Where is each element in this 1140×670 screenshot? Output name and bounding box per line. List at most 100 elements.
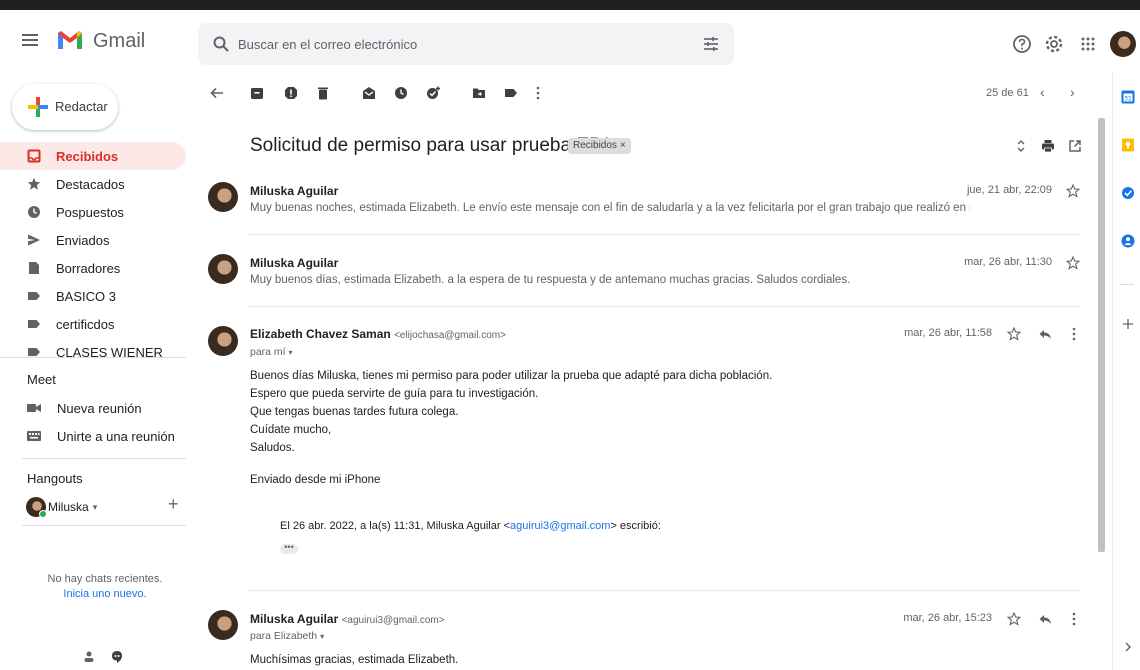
search-options-icon[interactable] [702,35,720,53]
new-meeting-label: Nueva reunión [57,400,142,416]
tasks-icon[interactable] [1121,186,1135,200]
pagination-count: 25 de 61 [986,87,1029,99]
sidebar-item-sent[interactable]: Enviados [0,226,186,254]
delete-trash-icon[interactable] [316,86,330,100]
compose-button[interactable]: Redactar [12,84,118,130]
inbox-label-chip[interactable]: Recibidos × [568,138,631,154]
message-collapsed[interactable]: Miluska Aguilar Muy buenas noches, estim… [198,172,1098,232]
new-meeting-button[interactable]: Nueva reunión [27,394,142,422]
calendar-icon[interactable]: 31 [1121,90,1135,104]
sidebar-item-label: Recibidos [56,148,119,164]
expand-all-icon[interactable] [1016,138,1026,154]
sidebar-item-drafts[interactable]: Borradores [0,254,186,282]
sender-name[interactable]: Elizabeth Chavez Saman [250,327,391,341]
chevron-down-icon[interactable]: ▾ [320,632,324,641]
chevron-down-icon[interactable]: ▾ [289,348,293,357]
add-to-tasks-icon[interactable] [426,86,440,100]
star-outline-icon[interactable] [1066,184,1080,198]
sender-line: Miluska Aguilar <aguirui3@gmail.com> [250,612,445,626]
send-icon [28,234,40,246]
chevron-down-icon[interactable]: ▾ [93,502,98,513]
contacts-icon[interactable] [82,650,96,664]
apps-grid-icon[interactable] [1078,34,1098,54]
reply-arrow-icon[interactable] [1038,612,1052,626]
star-icon [27,177,41,190]
join-meeting-button[interactable]: Unirte a una reunión [27,422,175,450]
main-menu-icon[interactable] [22,34,38,46]
sidebar-item-label-clases-wiener[interactable]: CLASES WIENER [0,338,186,358]
report-spam-icon[interactable] [284,86,298,100]
archive-icon[interactable] [250,86,264,100]
label-tag-icon[interactable] [504,86,518,100]
body-line: Buenos días Miluska, tienes mi permiso p… [250,370,773,382]
get-addons-plus-icon[interactable] [1121,317,1135,331]
keyboard-icon [27,431,41,441]
recipient-text: para Elizabeth [250,630,318,642]
hangouts-user[interactable]: Miluska ▾ [26,497,98,518]
add-chat-icon[interactable]: + [168,494,179,515]
hangouts-avatar [26,497,47,518]
keep-notes-icon[interactable] [1121,138,1135,152]
message-separator [248,590,1080,591]
quoted-email-link[interactable]: aguirui3@gmail.com [510,520,610,532]
older-chevron-icon[interactable]: › [1070,84,1075,100]
message-separator [248,234,1080,235]
body-line: Que tengas buenas tardes futura colega. [250,406,459,418]
side-panel: 31 [1112,72,1140,670]
app-name[interactable]: Gmail [93,30,145,53]
sidebar-item-inbox[interactable]: Recibidos [0,142,186,170]
body-line: Espero que pueda servirte de guía para t… [250,388,539,400]
more-vertical-icon[interactable] [1072,327,1076,341]
quote-prefix: El 26 abr. 2022, a la(s) 11:31, Miluska … [280,520,511,532]
settings-gear-icon[interactable] [1044,34,1064,54]
compose-plus-icon [28,97,48,117]
help-icon[interactable] [1012,34,1032,54]
open-in-new-window-icon[interactable] [1068,139,1082,153]
label-icon [28,320,40,328]
message-expanded: Elizabeth Chavez Saman <elijochasa@gmail… [198,314,1098,588]
star-outline-icon[interactable] [1007,612,1021,626]
snooze-clock-icon[interactable] [394,86,408,100]
star-outline-icon[interactable] [1066,256,1080,270]
move-to-folder-icon[interactable] [472,86,486,100]
sidebar-item-label: Enviados [56,232,110,248]
hangouts-status-icon[interactable] [110,650,124,664]
back-arrow-icon[interactable] [210,86,224,100]
show-trimmed-content-button[interactable]: ••• [280,543,298,554]
recipient-line[interactable]: para mí ▾ [250,346,293,358]
thread-subject: Solicitud de permiso para usar prueba EP… [250,135,613,156]
no-chats-text: No hay chats recientes. [47,573,163,585]
sender-name[interactable]: Miluska Aguilar [250,612,338,626]
more-vertical-icon[interactable] [1072,612,1076,626]
header: Gmail [0,10,1140,72]
sidebar-item-starred[interactable]: Destacados [0,170,186,198]
scrollbar-thumb[interactable] [1098,118,1105,552]
label-icon [28,292,40,300]
reply-arrow-icon[interactable] [1038,327,1052,341]
newer-chevron-icon[interactable]: ‹ [1040,84,1045,100]
sidebar-item-label: BASICO 3 [56,288,116,304]
message-collapsed[interactable]: Miluska Aguilar Muy buenos días, estimad… [198,244,1098,304]
online-status-dot [39,510,47,518]
gmail-logo-icon[interactable] [56,29,84,51]
hangouts-user-name: Miluska [48,500,89,514]
sidebar-item-label-basico3[interactable]: BASICO 3 [0,282,186,310]
expand-side-panel-chevron-icon[interactable] [1121,640,1135,654]
search-input[interactable] [238,34,678,54]
sidebar-item-label-certificdos[interactable]: certificdos [0,310,186,338]
recipient-line[interactable]: para Elizabeth ▾ [250,630,324,642]
print-icon[interactable] [1041,139,1055,153]
contacts-person-icon[interactable] [1121,234,1135,248]
message-snippet: Muy buenos días, estimada Elizabeth. a l… [250,274,851,286]
more-options-icon[interactable] [536,86,540,100]
clock-icon [28,206,40,218]
star-outline-icon[interactable] [1007,327,1021,341]
sidebar-item-label: Pospuestos [56,204,124,220]
remove-label-icon[interactable]: × [620,140,626,151]
search-bar[interactable] [198,23,734,65]
sidebar-item-snoozed[interactable]: Pospuestos [0,198,186,226]
start-new-chat-link[interactable]: Inicia uno nuevo. [63,588,146,600]
mark-unread-icon[interactable] [362,86,376,100]
search-icon[interactable] [212,35,230,53]
account-avatar[interactable] [1110,31,1136,57]
